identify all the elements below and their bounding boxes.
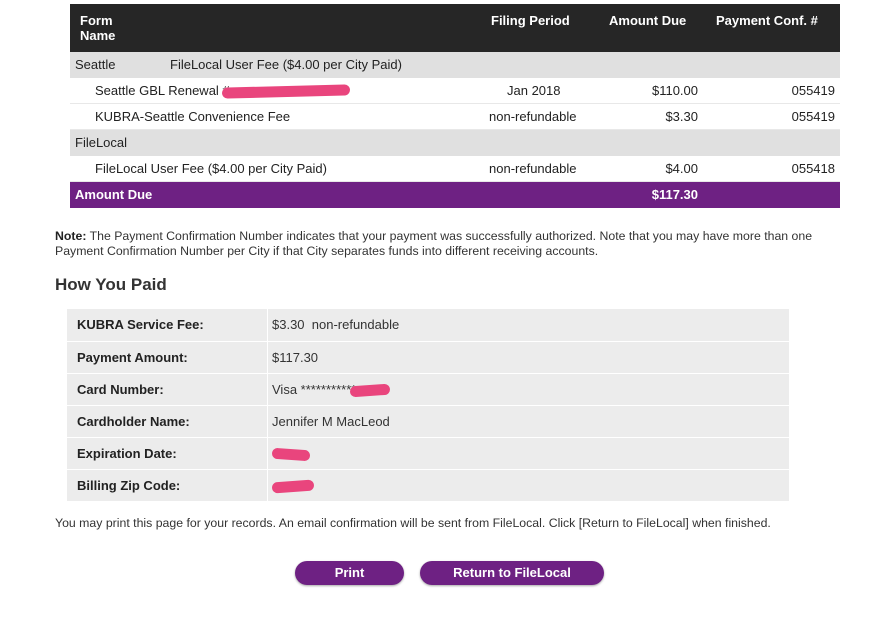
print-instructions: You may print this page for your records… [55, 516, 771, 530]
payment-row-card-number: Card Number: Visa *********** [67, 373, 789, 405]
header-filing-period: Filing Period [491, 13, 570, 28]
payment-value: $117.30 [267, 342, 789, 373]
redaction-mark [271, 479, 315, 494]
payment-label: KUBRA Service Fee: [77, 317, 204, 332]
row-description: KUBRA-Seattle Convenience Fee [95, 109, 291, 124]
row-amount: $110.00 [651, 83, 698, 98]
payment-row-service-fee: KUBRA Service Fee: $3.30 non-refundable [67, 309, 789, 341]
table-row: Seattle GBL Renewal # Jan 2018 $110.00 0… [70, 78, 840, 104]
note-prefix: Note: [55, 229, 87, 243]
payment-label: Billing Zip Code: [77, 478, 181, 493]
note-text: The Payment Confirmation Number indicate… [55, 229, 813, 258]
header-payment-conf: Payment Conf. # [716, 13, 818, 28]
group-row-filelocal: FileLocal [70, 130, 840, 156]
row-description: Seattle GBL Renewal # [95, 78, 350, 104]
redaction-mark [349, 383, 391, 398]
redaction-mark [271, 447, 311, 462]
print-button[interactable]: Print [295, 561, 404, 585]
return-to-filelocal-button[interactable]: Return to FileLocal [420, 561, 604, 585]
fees-table-header: Form Name Filing Period Amount Due Payme… [70, 4, 840, 52]
row-amount: $3.30 [665, 109, 698, 124]
row-amount: $4.00 [665, 161, 698, 176]
row-period: non-refundable [489, 161, 577, 176]
card-number-text: Visa *********** [272, 382, 357, 397]
payment-value: $3.30 non-refundable [267, 309, 789, 341]
group-name: FileLocal [75, 135, 128, 150]
header-form-name: Form Name [80, 13, 116, 43]
total-label: Amount Due [75, 187, 153, 202]
payment-value [267, 438, 789, 469]
fees-table: Form Name Filing Period Amount Due Payme… [70, 4, 840, 208]
payment-details-table: KUBRA Service Fee: $3.30 non-refundable … [67, 309, 789, 501]
row-conf-number: 055418 [791, 161, 835, 176]
payment-label: Cardholder Name: [77, 414, 190, 429]
section-title-how-you-paid: How You Paid [55, 275, 167, 294]
payment-row-billing-zip: Billing Zip Code: [67, 469, 789, 501]
row-conf-number: 055419 [791, 83, 835, 98]
payment-value: Jennifer M MacLeod [267, 406, 789, 437]
payment-row-expiration: Expiration Date: [67, 437, 789, 469]
payment-label: Expiration Date: [77, 446, 177, 461]
payment-label: Card Number: [77, 382, 164, 397]
amount-due-total-row: Amount Due $117.30 [70, 182, 840, 208]
row-period: non-refundable [489, 109, 577, 124]
table-row: KUBRA-Seattle Convenience Fee non-refund… [70, 104, 840, 130]
group-name: Seattle [75, 57, 116, 72]
payment-row-amount: Payment Amount: $117.30 [67, 341, 789, 373]
redaction-mark [221, 84, 350, 99]
total-value: $117.30 [651, 187, 698, 202]
row-conf-number: 055419 [791, 109, 835, 124]
payment-row-cardholder: Cardholder Name: Jennifer M MacLeod [67, 405, 789, 437]
payment-note: Note: The Payment Confirmation Number in… [55, 229, 855, 259]
row-description: FileLocal User Fee ($4.00 per City Paid) [95, 161, 327, 176]
table-row: FileLocal User Fee ($4.00 per City Paid)… [70, 156, 840, 182]
payment-value: Visa *********** [267, 374, 789, 405]
group-row-seattle: Seattle FileLocal User Fee ($4.00 per Ci… [70, 52, 840, 78]
payment-value [267, 470, 789, 501]
payment-label: Payment Amount: [77, 350, 188, 365]
group-description: FileLocal User Fee ($4.00 per City Paid) [170, 57, 402, 72]
row-period: Jan 2018 [507, 83, 561, 98]
header-amount-due: Amount Due [609, 13, 687, 28]
